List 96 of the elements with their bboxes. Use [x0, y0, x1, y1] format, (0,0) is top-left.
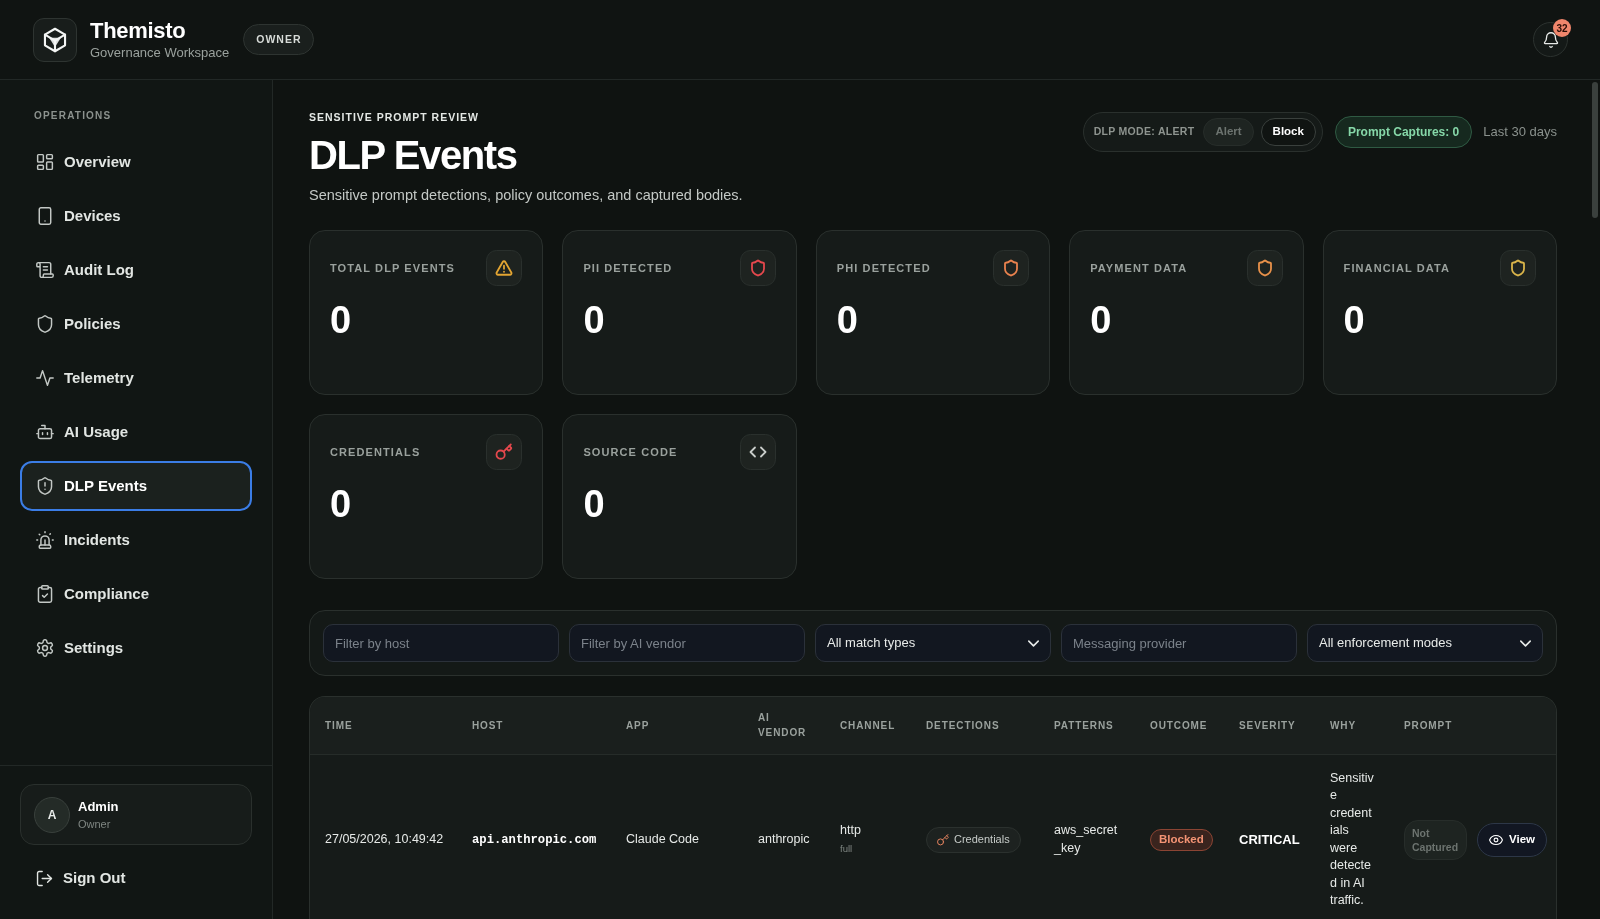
view-button[interactable]: View: [1477, 822, 1547, 857]
key-icon: [937, 833, 949, 846]
stat-label: CREDENTIALS: [330, 444, 421, 460]
stat-value: 0: [1343, 298, 1365, 342]
page-eyebrow: SENSITIVE PROMPT REVIEW: [309, 111, 481, 123]
dropdown-field[interactable]: All match types: [815, 624, 1051, 662]
nav-item[interactable]: Overview: [20, 137, 252, 187]
user-name: Admin: [78, 798, 119, 815]
severity-cell-text: CRITICAL: [1239, 830, 1300, 849]
mode-button[interactable]: Block: [1260, 118, 1316, 146]
time-cell-text: 27/05/2026, 10:49:42: [325, 831, 444, 849]
nav-item[interactable]: Audit Log: [20, 245, 252, 295]
nav-item[interactable]: Incidents: [20, 515, 252, 565]
bell-icon: [1542, 31, 1559, 48]
stat-value: 0: [583, 298, 605, 342]
user-role: Owner: [78, 816, 112, 831]
stat-value: 0: [1090, 298, 1112, 342]
filter-field[interactable]: Filter by AI vendor: [569, 624, 805, 662]
pattern-cell-text: aws_secret_key: [1054, 822, 1119, 857]
clipboard-check-icon: [36, 585, 54, 603]
column-header: OUTCOME: [1135, 697, 1224, 754]
column-header: AI VENDOR: [743, 697, 825, 754]
log-out-icon: [36, 869, 53, 887]
warning-icon: [486, 250, 523, 286]
outcome-badge: Blocked: [1150, 828, 1213, 851]
notifications-button[interactable]: 32: [1533, 22, 1568, 57]
phone-icon: [36, 207, 54, 225]
nav-item[interactable]: Telemetry: [20, 353, 252, 403]
shield-icon: [1500, 250, 1536, 286]
stat-label: PHI DETECTED: [836, 260, 931, 276]
key-icon: [486, 434, 523, 470]
stat-label: SOURCE CODE: [583, 444, 678, 460]
stat-value: 0: [583, 482, 605, 526]
shield-icon: [993, 250, 1030, 286]
stat-label: PII DETECTED: [583, 260, 673, 276]
role-badge: OWNER: [243, 24, 315, 55]
stat-label: PAYMENT DATA: [1090, 260, 1188, 276]
vendor-cell-text: anthropic: [758, 831, 810, 849]
chevron-down-icon: [1028, 639, 1039, 647]
prompt-status-badge: Not Captured: [1404, 819, 1467, 860]
nav-item[interactable]: Compliance: [20, 569, 252, 619]
page-description: Sensitive prompt detections, policy outcomes, and captured bodies.: [309, 186, 743, 205]
app-subtitle: Governance Workspace: [90, 45, 230, 61]
shield-icon: [1246, 250, 1283, 286]
app-cell-text: Claude Code: [626, 831, 699, 849]
nav-item[interactable]: Settings: [20, 623, 252, 673]
dropdown-field[interactable]: All enforcement modes: [1307, 624, 1543, 662]
avatar: A: [34, 796, 70, 833]
stat-value: 0: [330, 298, 352, 342]
stat-value: 0: [836, 298, 858, 342]
stat-label: TOTAL DLP EVENTS: [330, 260, 455, 276]
scroll-icon: [36, 261, 54, 279]
channel-cell-text: http: [840, 822, 861, 840]
nav-item[interactable]: DLP Events: [20, 461, 252, 511]
stat-label: FINANCIAL DATA: [1343, 260, 1451, 276]
column-header: DETECTIONS: [911, 697, 1039, 754]
mode-label: DLP MODE: ALERT: [1093, 124, 1195, 140]
column-header: PATTERNS: [1039, 697, 1135, 754]
pulse-icon: [36, 369, 54, 387]
column-header: APP: [611, 697, 743, 754]
section-label: OPERATIONS: [34, 110, 112, 122]
detection-label: Credentials: [954, 832, 1010, 848]
nav-item[interactable]: Devices: [20, 191, 252, 241]
code-icon: [739, 434, 776, 470]
shield-icon: [36, 315, 54, 333]
stat-value: 0: [330, 482, 352, 526]
date-range-label: Last 30 days: [1483, 123, 1557, 142]
cube-logo-icon: [33, 17, 77, 62]
column-header: TIME: [310, 697, 457, 754]
eye-icon: [1489, 832, 1503, 847]
column-header: WHY: [1315, 697, 1389, 754]
nav-item[interactable]: AI Usage: [20, 407, 252, 457]
filter-field[interactable]: Messaging provider: [1061, 624, 1297, 662]
user-card[interactable]: A Admin Owner: [20, 784, 252, 845]
siren-icon: [36, 531, 54, 549]
filter-field[interactable]: Filter by host: [323, 624, 559, 662]
host-cell-text: api.anthropic.com: [472, 831, 597, 849]
nav-item[interactable]: Policies: [20, 299, 252, 349]
column-header: PROMPT: [1389, 697, 1556, 754]
grid-icon: [36, 153, 54, 171]
column-header: SEVERITY: [1224, 697, 1315, 754]
channel-detail: full: [840, 842, 854, 856]
shield-alert-icon: [36, 477, 54, 495]
reason-cell-text: Sensitive credentials were detected in AI traffic.: [1330, 769, 1374, 909]
column-header: CHANNEL: [825, 697, 911, 754]
notification-count-badge: 32: [1553, 19, 1571, 37]
scrollbar-thumb[interactable]: [1592, 82, 1598, 218]
sign-out-button[interactable]: Sign Out: [20, 858, 142, 898]
chevron-down-icon: [1520, 639, 1531, 647]
shield-icon: [739, 250, 776, 286]
app-title: Themisto: [90, 18, 187, 44]
settings-icon: [36, 639, 54, 657]
page-title: DLP Events: [309, 132, 518, 178]
robot-icon: [36, 423, 54, 441]
captures-badge: Prompt Captures: 0: [1334, 116, 1473, 148]
column-header: HOST: [457, 697, 611, 754]
